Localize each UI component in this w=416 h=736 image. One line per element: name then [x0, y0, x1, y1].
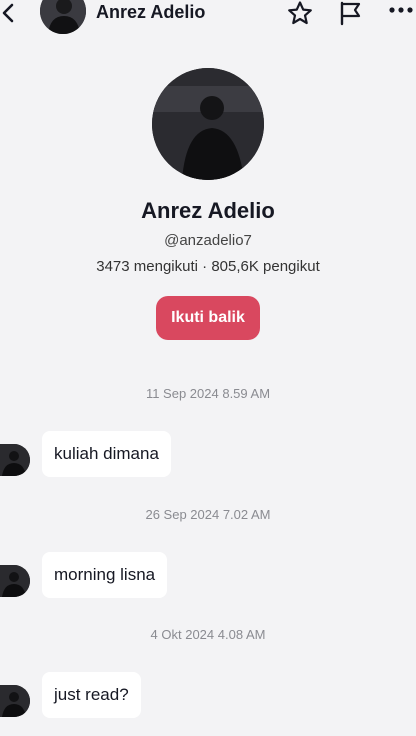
message-bubble[interactable]: morning lisna: [42, 552, 168, 598]
header-avatar[interactable]: [40, 0, 86, 34]
header-username[interactable]: Anrez Adelio: [96, 2, 205, 23]
follow-back-button[interactable]: Ikuti balik: [156, 296, 260, 340]
more-icon[interactable]: [386, 0, 416, 26]
star-icon[interactable]: [286, 0, 314, 26]
profile-avatar[interactable]: [152, 68, 264, 180]
message-timestamp: 26 Sep 2024 7.02 AM: [145, 507, 271, 522]
message-timestamp: 11 Sep 2024 8.59 AM: [145, 386, 271, 401]
message-bubble[interactable]: just read?: [42, 672, 141, 718]
flag-icon[interactable]: [338, 0, 364, 26]
sender-avatar[interactable]: [0, 685, 30, 717]
back-icon[interactable]: [0, 2, 18, 24]
profile-handle: @anzadelio7: [164, 232, 252, 249]
sender-avatar[interactable]: [0, 565, 30, 597]
message-bubble[interactable]: kuliah dimana: [42, 431, 171, 477]
profile-stats: 3473 mengikuti · 805,6K pengikut: [96, 258, 320, 275]
sender-avatar[interactable]: [0, 444, 30, 476]
message-timestamp: 4 Okt 2024 4.08 AM: [150, 627, 266, 642]
profile-name: Anrez Adelio: [141, 198, 275, 223]
chat-header: Anrez Adelio: [0, 0, 416, 34]
